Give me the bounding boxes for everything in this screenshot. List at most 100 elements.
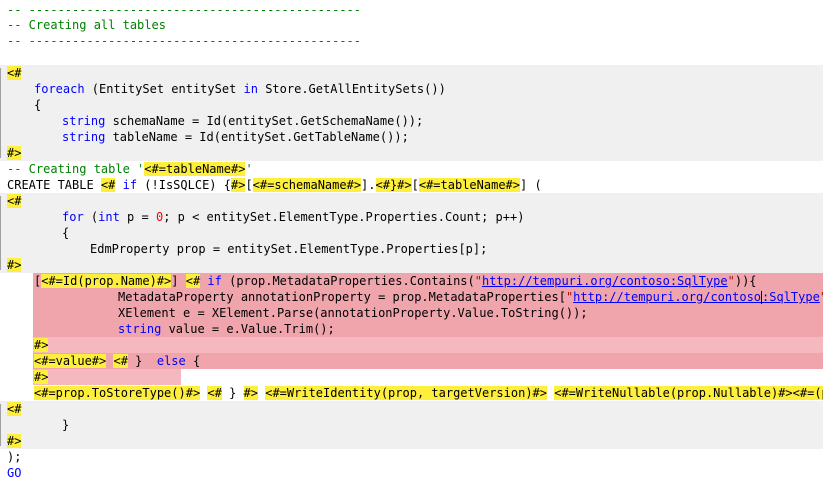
code-line[interactable]: EdmProperty prop = entitySet.ElementType… <box>0 241 823 257</box>
code-text: { <box>34 98 42 112</box>
code-line[interactable]: #> <box>0 433 823 449</box>
code-line[interactable]: -- Creating all tables <box>0 17 823 33</box>
keyword: int <box>98 210 120 224</box>
selection-highlight <box>33 369 181 385</box>
keyword: string <box>62 114 106 128</box>
code-text: (EntitySet entitySet <box>84 82 244 96</box>
code-text: p = <box>119 210 156 224</box>
code-line[interactable]: } <box>0 417 823 433</box>
code-line[interactable]: <# <box>0 401 823 417</box>
template-expression-tag: <#=Id(prop.Name)#> <box>41 274 172 288</box>
keyword: string <box>118 322 162 336</box>
comment-text: ' <box>245 162 253 176</box>
fold-marker[interactable] <box>0 196 6 270</box>
keyword: in <box>243 82 258 96</box>
code-line[interactable]: XElement e = XElement.Parse(annotationPr… <box>0 305 823 321</box>
code-line[interactable]: #> <box>0 145 823 161</box>
string-literal: " <box>727 274 735 288</box>
template-open-tag: <# <box>185 274 201 288</box>
template-close-tag: #> <box>7 258 22 272</box>
code-text: XElement e = XElement.Parse(annotationPr… <box>118 306 588 320</box>
code-line[interactable]: string value = e.Value.Trim(); <box>0 321 823 337</box>
code-text: } <box>221 386 244 400</box>
code-line[interactable]: { <box>0 225 823 241</box>
template-expression-tag: <#=tableName#> <box>418 178 521 192</box>
code-text: MetadataProperty annotationProperty = pr… <box>118 290 566 304</box>
code-text: } <box>127 354 150 368</box>
code-line[interactable]: <#=prop.ToStoreType()#> <# } #> <#=Write… <box>0 385 823 401</box>
code-line[interactable]: -- -------------------------------------… <box>0 2 823 18</box>
template-close-tag: #> <box>7 434 22 448</box>
code-line[interactable]: <#=value#> <# } else { <box>0 353 823 369</box>
keyword: foreach <box>34 82 85 96</box>
template-open-tag: <# <box>207 386 222 400</box>
comment-text: -- -------------------------------------… <box>7 3 362 17</box>
code-line[interactable]: GO <box>0 465 823 481</box>
code-line[interactable]: foreach (EntitySet entitySet in Store.Ge… <box>0 81 823 97</box>
code-text: value = e.Value.Trim(); <box>161 322 335 336</box>
code-text: CREATE TABLE <box>7 178 101 192</box>
code-text: (!IsSQLCE) { <box>137 178 231 192</box>
code-text: ; p < entitySet.ElementType.Properties.C… <box>163 210 525 224</box>
keyword: if <box>200 274 222 288</box>
code-text: [ <box>411 178 419 192</box>
code-text: ] ( <box>520 178 542 192</box>
template-open-tag: <# <box>113 354 128 368</box>
keyword: GO <box>7 466 22 480</box>
code-line[interactable]: #> <box>0 257 823 273</box>
code-text: { <box>185 354 201 368</box>
template-expression-tag: <#=(p < <box>792 386 823 400</box>
code-editor[interactable]: -- -------------------------------------… <box>0 0 823 482</box>
template-expression-tag: <#=WriteNullable(prop.Nullable)#> <box>554 386 793 400</box>
code-line[interactable]: #> <box>0 337 823 353</box>
url-link[interactable]: :SqlType <box>762 290 820 304</box>
code-line[interactable]: #> <box>0 369 823 385</box>
template-open-tag: <# <box>7 194 22 208</box>
template-open-tag: <# <box>7 66 22 80</box>
template-close-tag: #> <box>34 370 49 384</box>
code-text: ); <box>7 450 22 464</box>
code-line[interactable]: string tableName = Id(entitySet.GetTable… <box>0 129 823 145</box>
code-line[interactable]: MetadataProperty annotationProperty = pr… <box>0 289 823 305</box>
selection-highlight <box>33 337 823 353</box>
template-close-tag: #> <box>243 386 258 400</box>
code-line[interactable]: { <box>0 97 823 113</box>
code-text: tableName = Id(entitySet.GetTableName())… <box>105 130 409 144</box>
url-link[interactable]: http://tempuri.org/contoso:SqlType <box>482 274 728 288</box>
code-text: [ <box>245 178 253 192</box>
comment-text: -- -------------------------------------… <box>7 34 362 48</box>
template-open-tag: <# <box>100 178 116 192</box>
code-text: { <box>62 226 70 240</box>
url-link[interactable]: http://tempuri.org/contoso <box>573 290 761 304</box>
keyword: if <box>115 178 138 192</box>
code-text: (prop.MetadataProperties.Contains( <box>221 274 475 288</box>
string-literal: " <box>474 274 482 288</box>
code-line[interactable]: string schemaName = Id(entitySet.GetSche… <box>0 113 823 129</box>
template-close-tag: #> <box>34 338 49 352</box>
template-expression-tag: <#=WriteIdentity(prop, targetVersion)#> <box>265 386 547 400</box>
code-line[interactable]: for (int p = 0; p < entitySet.ElementTyp… <box>0 209 823 225</box>
template-expression-tag: <#=schemaName#> <box>252 178 362 192</box>
code-line[interactable]: [<#=Id(prop.Name)#>] <# if (prop.Metadat… <box>0 273 823 289</box>
code-line[interactable]: <# <box>0 65 823 81</box>
code-text: } <box>62 418 70 432</box>
template-open-tag: <# <box>7 402 22 416</box>
template-close-tag: #> <box>7 146 22 160</box>
code-line[interactable]: CREATE TABLE <# if (!IsSQLCE) {#>[<#=sch… <box>0 177 823 193</box>
comment-text: -- Creating table ' <box>7 162 145 176</box>
code-line[interactable]: -- Creating table '<#=tableName#>' <box>0 161 823 177</box>
code-text: ] <box>171 274 186 288</box>
code-line[interactable]: <# <box>0 193 823 209</box>
code-text: Store.GetAllEntitySets()) <box>257 82 446 96</box>
code-line[interactable]: ); <box>0 449 823 465</box>
comment-text: -- Creating all tables <box>7 18 166 32</box>
code-text: )){ <box>734 274 757 288</box>
fold-marker[interactable] <box>0 404 6 446</box>
template-expression-tag: <#=value#> <box>34 354 107 368</box>
template-expression-tag: <#=prop.ToStoreType()#> <box>34 386 201 400</box>
template-expression-tag: <#=tableName#> <box>144 162 246 176</box>
code-line[interactable]: -- -------------------------------------… <box>0 33 823 49</box>
keyword: for <box>62 210 84 224</box>
template-block-tag: <#}#> <box>375 178 412 192</box>
fold-marker[interactable] <box>0 68 6 158</box>
